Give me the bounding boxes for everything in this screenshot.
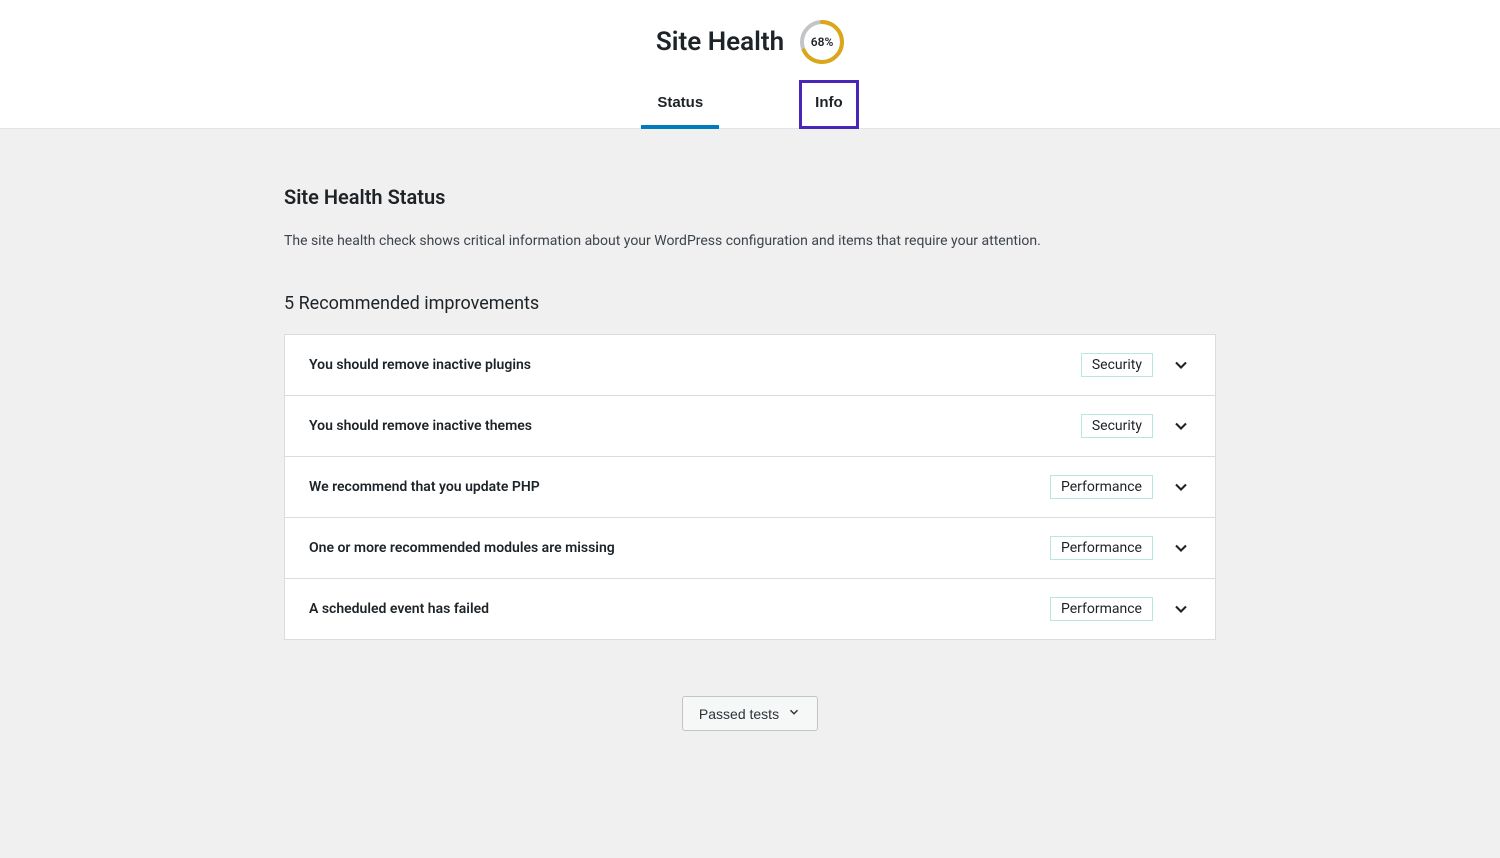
tab-info[interactable]: Info	[799, 80, 859, 129]
improvements-list: You should remove inactive plugins Secur…	[284, 334, 1216, 640]
category-badge: Performance	[1050, 536, 1153, 560]
improvement-right: Security	[1081, 414, 1191, 438]
page-title: Site Health	[656, 27, 784, 57]
chevron-down-icon	[1171, 538, 1191, 558]
improvement-item[interactable]: One or more recommended modules are miss…	[285, 518, 1215, 579]
improvement-item[interactable]: You should remove inactive themes Securi…	[285, 396, 1215, 457]
tab-status[interactable]: Status	[641, 80, 719, 129]
improvement-title: You should remove inactive plugins	[309, 357, 531, 373]
chevron-down-icon	[1171, 355, 1191, 375]
improvement-item[interactable]: We recommend that you update PHP Perform…	[285, 457, 1215, 518]
main-content: Site Health Status The site health check…	[264, 129, 1236, 811]
improvement-item[interactable]: You should remove inactive plugins Secur…	[285, 335, 1215, 396]
chevron-down-icon	[1171, 599, 1191, 619]
category-badge: Performance	[1050, 475, 1153, 499]
improvement-title: We recommend that you update PHP	[309, 479, 540, 495]
tabs-nav: Status Info	[0, 80, 1500, 128]
improvements-heading: 5 Recommended improvements	[284, 293, 1216, 314]
passed-tests-label: Passed tests	[699, 706, 779, 722]
health-progress-ring: 68%	[800, 20, 844, 64]
health-progress-text: 68%	[811, 35, 834, 49]
chevron-down-icon	[1171, 477, 1191, 497]
header-top-row: Site Health 68%	[0, 0, 1500, 80]
section-description: The site health check shows critical inf…	[284, 233, 1216, 249]
site-health-header: Site Health 68% Status Info	[0, 0, 1500, 129]
improvement-right: Security	[1081, 353, 1191, 377]
chevron-down-icon	[1171, 416, 1191, 436]
passed-tests-button[interactable]: Passed tests	[682, 696, 818, 731]
section-title: Site Health Status	[284, 185, 1216, 209]
improvement-right: Performance	[1050, 536, 1191, 560]
category-badge: Performance	[1050, 597, 1153, 621]
chevron-down-icon	[787, 705, 801, 722]
category-badge: Security	[1081, 353, 1153, 377]
category-badge: Security	[1081, 414, 1153, 438]
improvement-right: Performance	[1050, 597, 1191, 621]
improvement-title: You should remove inactive themes	[309, 418, 532, 434]
improvement-item[interactable]: A scheduled event has failed Performance	[285, 579, 1215, 639]
passed-tests-wrapper: Passed tests	[284, 696, 1216, 731]
improvement-title: One or more recommended modules are miss…	[309, 540, 615, 556]
improvement-right: Performance	[1050, 475, 1191, 499]
improvement-title: A scheduled event has failed	[309, 601, 489, 617]
